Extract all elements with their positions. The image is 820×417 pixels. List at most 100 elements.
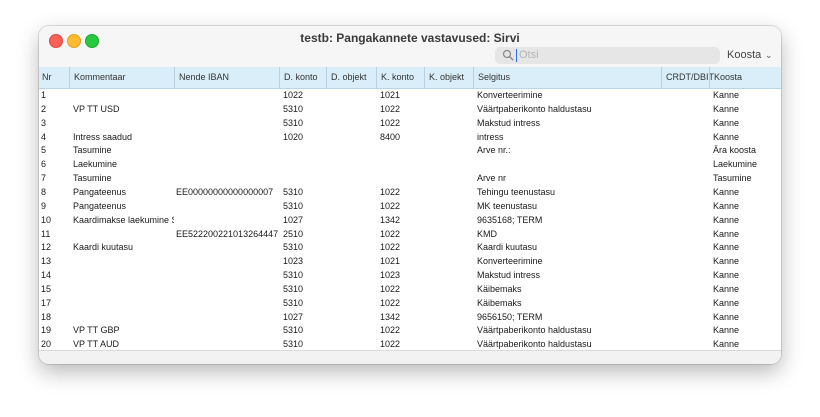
table-row[interactable]: 1 1022 1021 Konverteerimine Kanne <box>39 88 781 102</box>
cell-iban <box>176 254 279 268</box>
cell-d-object <box>330 240 376 254</box>
koosta-dropdown[interactable]: Koosta ⌄ <box>727 47 779 64</box>
cell-crdt-dbit <box>665 254 709 268</box>
cell-k-account <box>380 157 424 171</box>
cell-koosta: Kanne <box>713 256 740 267</box>
cell-d-object <box>330 310 376 324</box>
cell-d-object <box>330 227 376 241</box>
cell-k-account: 1022 <box>380 103 401 114</box>
column-header-koosta[interactable]: Koosta <box>709 67 781 88</box>
cell-crdt-dbit <box>665 296 709 310</box>
cell-comment: Kaardimakse laekumine S... <box>73 214 174 225</box>
cell-d-account: 1027 <box>283 214 304 225</box>
column-header-iban[interactable]: Nende IBAN <box>174 67 279 88</box>
cell-comment: Tasumine <box>73 173 112 184</box>
table-row[interactable]: 8 Pangateenus EE00000000000000007 5310 1022 T… <box>39 185 781 199</box>
cell-k-object <box>428 88 473 102</box>
column-header-nr[interactable]: Nr <box>39 67 69 88</box>
table-row[interactable]: 6 Laekumine Laekumine <box>39 157 781 171</box>
matches-table[interactable]: Nr Kommentaar Nende IBAN D. konto D. objekt K… <box>39 67 781 350</box>
cell-koosta: Kanne <box>713 311 740 322</box>
cell-k-account: 1022 <box>380 228 401 239</box>
cell-d-object <box>330 213 376 227</box>
cell-crdt-dbit <box>665 199 709 213</box>
cell-d-account <box>283 143 326 157</box>
table-row[interactable]: 2 VP TT USD 5310 1022 Väärtpaberikonto haldu… <box>39 102 781 116</box>
cell-k-account: 1342 <box>380 214 401 225</box>
cell-nr: 11 <box>41 228 51 239</box>
table-row[interactable]: 12 Kaardi kuutasu 5310 1022 Kaardi kuutasu Ka… <box>39 240 781 254</box>
table-row[interactable]: 5 Tasumine Arve nr.: Ära koosta <box>39 143 781 157</box>
cell-nr: 19 <box>41 325 52 336</box>
cell-description: 9635168; TERM <box>477 214 543 225</box>
column-header-d-account[interactable]: D. konto <box>279 67 326 88</box>
cell-crdt-dbit <box>665 185 709 199</box>
table-row[interactable]: 7 Tasumine Arve nr Tasumine <box>39 171 781 185</box>
cell-koosta: Kanne <box>713 117 740 128</box>
cell-iban <box>176 143 279 157</box>
table-row[interactable]: 10 Kaardimakse laekumine S... 1027 1342 9635… <box>39 213 781 227</box>
cell-iban <box>176 296 279 310</box>
table-row[interactable]: 4 Intress saadud 1020 8400 intress Kanne <box>39 130 781 144</box>
table-row[interactable]: 18 1027 1342 9656150; TERM Kanne <box>39 310 781 324</box>
cell-crdt-dbit <box>665 323 709 337</box>
cell-nr: 6 <box>41 159 47 170</box>
cell-nr: 13 <box>41 256 52 267</box>
table-row[interactable]: 15 5310 1022 Käibemaks Kanne <box>39 282 781 296</box>
cell-description: Väärtpaberikonto haldustasu <box>477 103 592 114</box>
cell-koosta: Kanne <box>713 103 740 114</box>
cell-d-account: 5310 <box>283 200 304 211</box>
cell-nr: 8 <box>41 186 47 197</box>
cell-comment: Intress saadud <box>73 131 133 142</box>
column-header-k-account[interactable]: K. konto <box>376 67 424 88</box>
column-header-d-object[interactable]: D. objekt <box>326 67 376 88</box>
cell-iban <box>176 213 279 227</box>
cell-d-account: 5310 <box>283 103 304 114</box>
table-row[interactable]: 9 Pangateenus 5310 1022 MK teenustasu Kanne <box>39 199 781 213</box>
cell-k-account: 1022 <box>380 186 401 197</box>
cell-iban <box>176 116 279 130</box>
cell-d-account: 5310 <box>283 186 304 197</box>
cell-d-account: 5310 <box>283 325 304 336</box>
table-row[interactable]: 17 5310 1022 Käibemaks Kanne <box>39 296 781 310</box>
cell-k-account: 1021 <box>380 90 401 100</box>
cell-nr: 2 <box>41 103 47 114</box>
cell-comment: Laekumine <box>73 159 118 170</box>
window-title: testb: Pangakannete vastavused: Sirvi <box>300 31 520 45</box>
cell-k-object <box>428 143 473 157</box>
table-row[interactable]: 19 VP TT GBP 5310 1022 Väärtpaberikonto hald… <box>39 323 781 337</box>
cell-comment <box>73 116 174 130</box>
cell-crdt-dbit <box>665 88 709 102</box>
cell-d-object <box>330 268 376 282</box>
table-row[interactable]: 3 5310 1022 Makstud intress Kanne <box>39 116 781 130</box>
column-header-crdt-dbit[interactable]: CRDT/DBIT <box>661 67 714 88</box>
column-header-description[interactable]: Selgitus <box>473 67 661 88</box>
cell-nr: 9 <box>41 200 47 211</box>
search-placeholder: Otsi <box>519 49 539 61</box>
table-row[interactable]: 11 EE522200221013264447 2510 1022 KMD Kanne <box>39 227 781 241</box>
cell-k-object <box>428 310 473 324</box>
cell-crdt-dbit <box>665 282 709 296</box>
cell-description: Arve nr.: <box>477 145 511 156</box>
cell-k-account: 8400 <box>380 131 401 142</box>
cell-k-object <box>428 282 473 296</box>
koosta-label: Koosta <box>727 49 762 61</box>
cell-k-account: 1022 <box>380 283 401 294</box>
cell-description: intress <box>477 131 504 142</box>
cell-iban <box>176 240 279 254</box>
column-header-k-object[interactable]: K. objekt <box>424 67 473 88</box>
cell-comment: VP TT USD <box>73 103 120 114</box>
cell-koosta: Kanne <box>713 214 740 225</box>
cell-comment <box>73 296 174 310</box>
cell-crdt-dbit <box>665 171 709 185</box>
table-row[interactable]: 13 1023 1021 Konverteerimine Kanne <box>39 254 781 268</box>
search-input[interactable]: Otsi <box>495 47 720 64</box>
cell-k-account: 1021 <box>380 256 401 267</box>
table-row[interactable]: 14 5310 1023 Makstud intress Kanne <box>39 268 781 282</box>
column-header-comment[interactable]: Kommentaar <box>69 67 174 88</box>
cell-crdt-dbit <box>665 143 709 157</box>
cell-k-object <box>428 185 473 199</box>
cell-nr: 12 <box>41 242 52 253</box>
cell-iban <box>176 323 279 337</box>
cell-d-object <box>330 157 376 171</box>
